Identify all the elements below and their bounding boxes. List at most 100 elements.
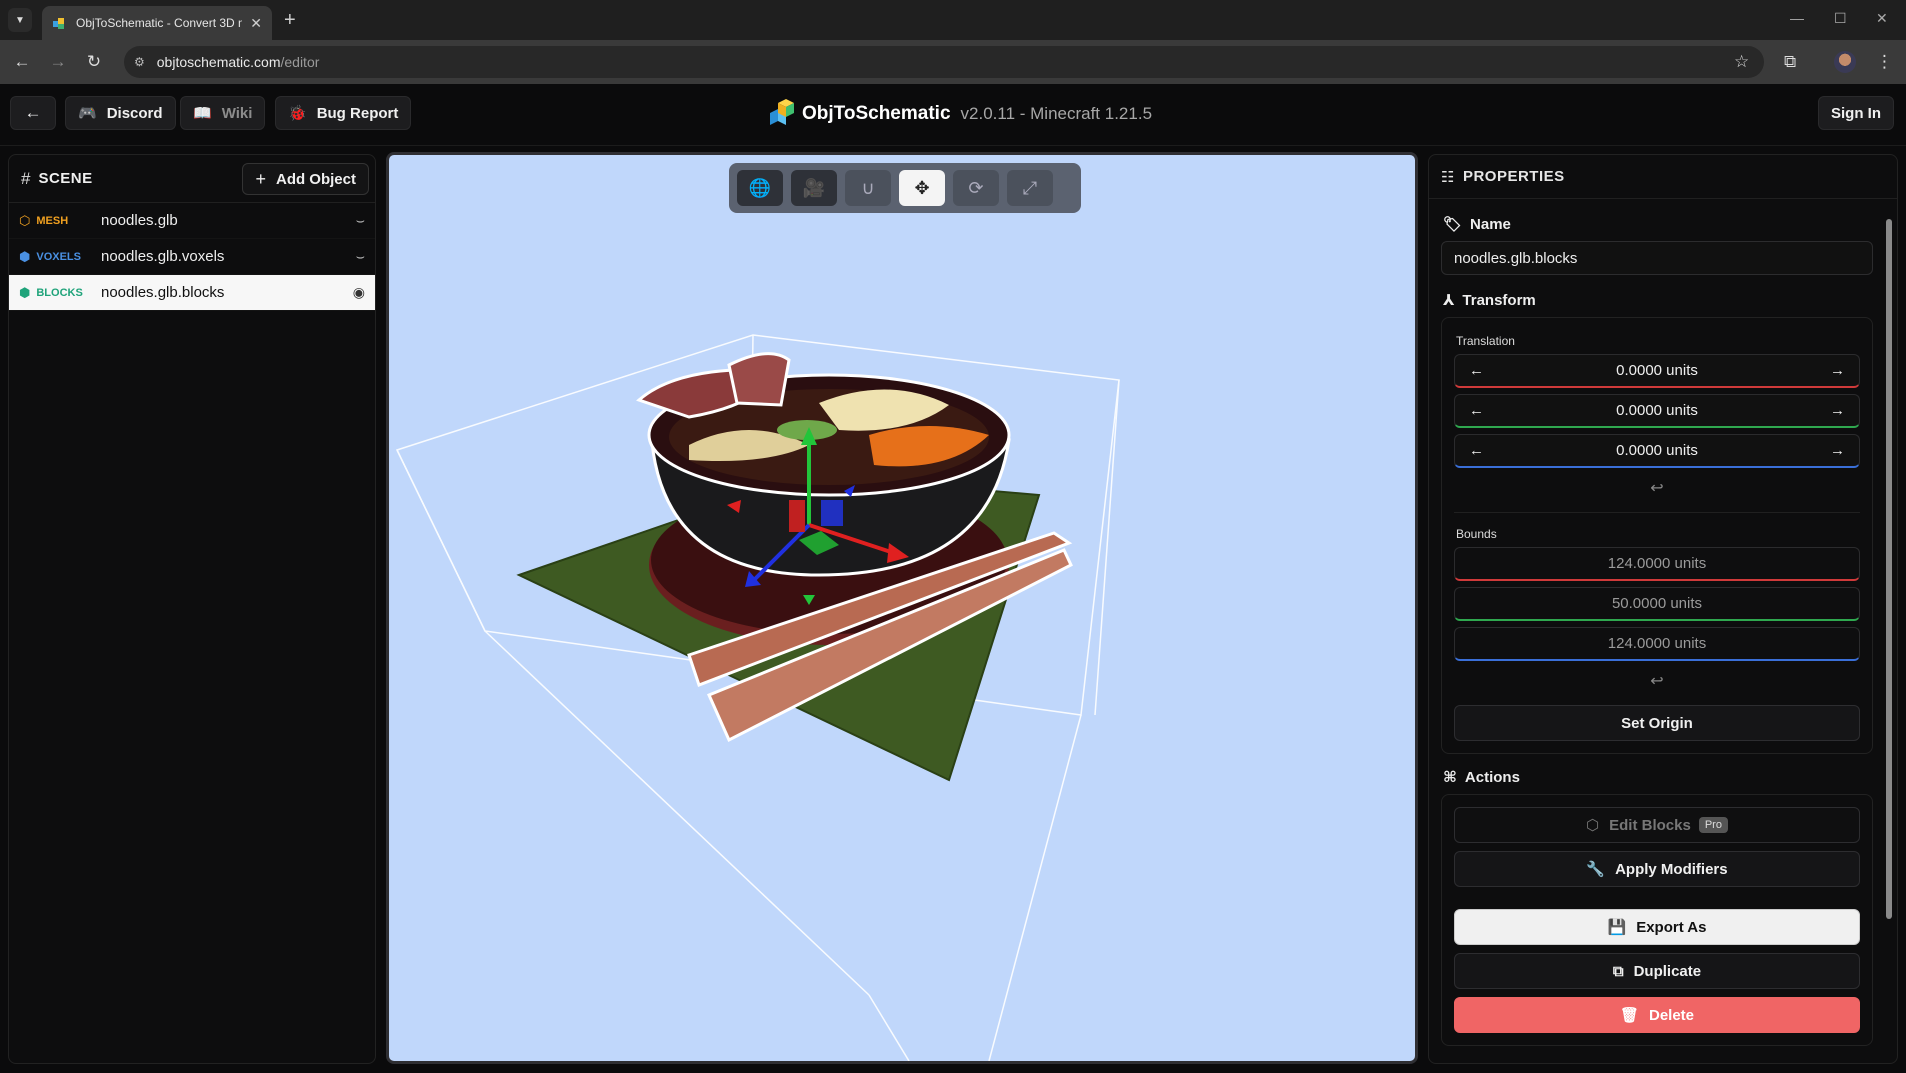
scene-panel: # SCENE + Add Object ⬡ MESH noodles.glb … [8,154,376,1064]
book-icon: 📖 [193,105,212,122]
browser-menu-icon[interactable]: ⋮ [1876,52,1893,72]
sign-in-button[interactable]: Sign In [1818,96,1894,130]
reset-translation-icon[interactable]: ↩ [1454,478,1860,498]
bounds-y-value: 50.0000 units [1611,595,1703,612]
bug-report-button[interactable]: 🐞 Bug Report [275,96,412,130]
increment-arrow-icon[interactable]: → [1830,402,1845,419]
reset-bounds-icon[interactable]: ↩ [1454,671,1860,691]
name-section-title: 🏷 Name [1443,215,1873,234]
delete-button[interactable]: 🗑 Delete [1454,997,1860,1033]
forward-icon[interactable]: → [48,52,68,72]
apply-modifiers-button[interactable]: 🔧 Apply Modifiers [1454,851,1860,887]
bounds-z-value: 124.0000 units [1607,635,1707,652]
actions-section-title: ⌘ Actions [1443,768,1873,787]
decrement-arrow-icon[interactable]: ← [1469,402,1484,419]
window-close-icon[interactable]: ✕ [1876,10,1888,27]
window-maximize-icon[interactable]: ☐ [1834,10,1847,27]
object-name: noodles.glb.blocks [101,284,225,301]
translation-y-value: 0.0000 units [1616,402,1698,419]
app-name: ObjToSchematic [802,103,951,124]
scene-object-mesh[interactable]: ⬡ MESH noodles.glb ⌣ [9,203,375,239]
object-kind-label: MESH [36,214,69,227]
back-icon[interactable]: ← [12,52,32,72]
translation-x-field[interactable]: ← 0.0000 units → [1454,354,1860,388]
tab-title: ObjToSchematic - Convert 3D m [76,16,243,30]
transform-label: Transform [1462,291,1536,309]
duplicate-label: Duplicate [1633,962,1702,980]
new-tab-button[interactable]: + [284,8,296,32]
back-button[interactable]: ← [10,96,56,130]
add-object-button[interactable]: + Add Object [242,163,369,195]
tag-icon: 🏷 [1443,216,1463,233]
chevron-down-icon: ▼ [15,14,25,26]
scene-object-voxels[interactable]: ⬢ VOXELS noodles.glb.voxels ⌣ [9,239,375,275]
camera-icon: 🎥 [802,177,826,198]
scale-tool[interactable]: ⤢ [1007,170,1053,206]
bounds-x-field: 124.0000 units [1454,547,1860,581]
increment-arrow-icon[interactable]: → [1830,442,1845,459]
render-canvas[interactable] [389,155,1415,1061]
duplicate-button[interactable]: ⧉ Duplicate [1454,953,1860,989]
window-minimize-icon[interactable]: — [1790,10,1804,26]
discord-button[interactable]: 🎮 Discord [65,96,176,130]
tab-close-icon[interactable]: ✕ [250,15,262,32]
hash-icon: # [21,168,31,188]
eye-closed-icon[interactable]: ⌣ [356,212,365,229]
properties-body: 🏷 Name noodles.glb.blocks ⅄ Transform Tr… [1441,207,1873,1060]
decrement-arrow-icon[interactable]: ← [1469,442,1484,459]
edit-blocks-button[interactable]: ⬡ Edit Blocks Pro [1454,807,1860,843]
camera-tool[interactable]: 🎥 [791,170,837,206]
favicon-icon [53,18,64,29]
export-as-button[interactable]: 💾 Export As [1454,909,1860,945]
bug-report-label: Bug Report [316,104,399,122]
move-tool[interactable]: ✥ [899,170,945,206]
eye-open-icon[interactable]: ◉ [353,284,365,301]
translation-z-field[interactable]: ← 0.0000 units → [1454,434,1860,468]
scene-object-blocks[interactable]: ⬢ BLOCKS noodles.glb.blocks ◉ [9,275,375,311]
rotate-tool[interactable]: ⟳ [953,170,999,206]
app: ← 🎮 Discord 📖 Wiki 🐞 Bug Report ObjToSch… [0,84,1906,1073]
bookmark-star-icon[interactable]: ☆ [1734,52,1749,72]
url-host: objtoschematic.com [156,54,281,70]
bounds-z-field: 124.0000 units [1454,627,1860,661]
browser-tab[interactable]: ObjToSchematic - Convert 3D m ✕ [42,6,272,40]
extensions-icon[interactable]: ⧉ [1784,52,1796,72]
cube-icon: ⬢ [19,248,31,264]
wiki-button[interactable]: 📖 Wiki [180,96,266,130]
url-bar[interactable]: ⚙ objtoschematic.com/editor [124,46,1764,78]
scene-header: # SCENE + Add Object [9,155,375,203]
3d-viewport[interactable]: 🌐 🎥 ∪ ✥ ⟳ ⤢ [386,152,1418,1064]
globe-tool[interactable]: 🌐 [737,170,783,206]
scene-title: SCENE [38,170,93,187]
translation-y-field[interactable]: ← 0.0000 units → [1454,394,1860,428]
transform-section-title: ⅄ Transform [1443,291,1873,310]
magnet-tool[interactable]: ∪ [845,170,891,206]
eye-closed-icon[interactable]: ⌣ [356,248,365,265]
site-info-icon[interactable]: ⚙ [134,55,145,69]
tab-search-button[interactable]: ▼ [8,8,32,32]
app-version: v2.0.11 - Minecraft 1.21.5 [960,104,1153,123]
wiki-label: Wiki [221,104,253,122]
copy-icon: ⧉ [1612,962,1624,980]
transform-box: Translation ← 0.0000 units → ← 0.0000 un… [1441,317,1873,754]
export-as-label: Export As [1636,918,1707,936]
discord-label: Discord [106,104,163,122]
decrement-arrow-icon[interactable]: ← [1469,362,1484,379]
object-name: noodles.glb.voxels [101,248,225,265]
object-kind: ⬢ VOXELS [19,249,101,265]
profile-avatar[interactable] [1834,51,1856,73]
scrollbar-thumb[interactable] [1886,219,1892,919]
properties-icon: ☷ [1441,168,1455,186]
properties-scrollbar[interactable] [1883,205,1895,1063]
save-icon: 💾 [1607,919,1627,936]
name-input[interactable]: noodles.glb.blocks [1441,241,1873,275]
set-origin-button[interactable]: Set Origin [1454,705,1860,741]
bug-icon: 🐞 [288,105,307,122]
bounds-y-field: 50.0000 units [1454,587,1860,621]
reload-icon[interactable]: ↻ [84,52,104,72]
properties-panel: ☷ PROPERTIES 🏷 Name noodles.glb.blocks ⅄… [1428,154,1898,1064]
object-kind: ⬢ BLOCKS [19,285,101,301]
object-name: noodles.glb [101,212,178,229]
increment-arrow-icon[interactable]: → [1830,362,1845,379]
sign-in-label: Sign In [1831,104,1881,122]
